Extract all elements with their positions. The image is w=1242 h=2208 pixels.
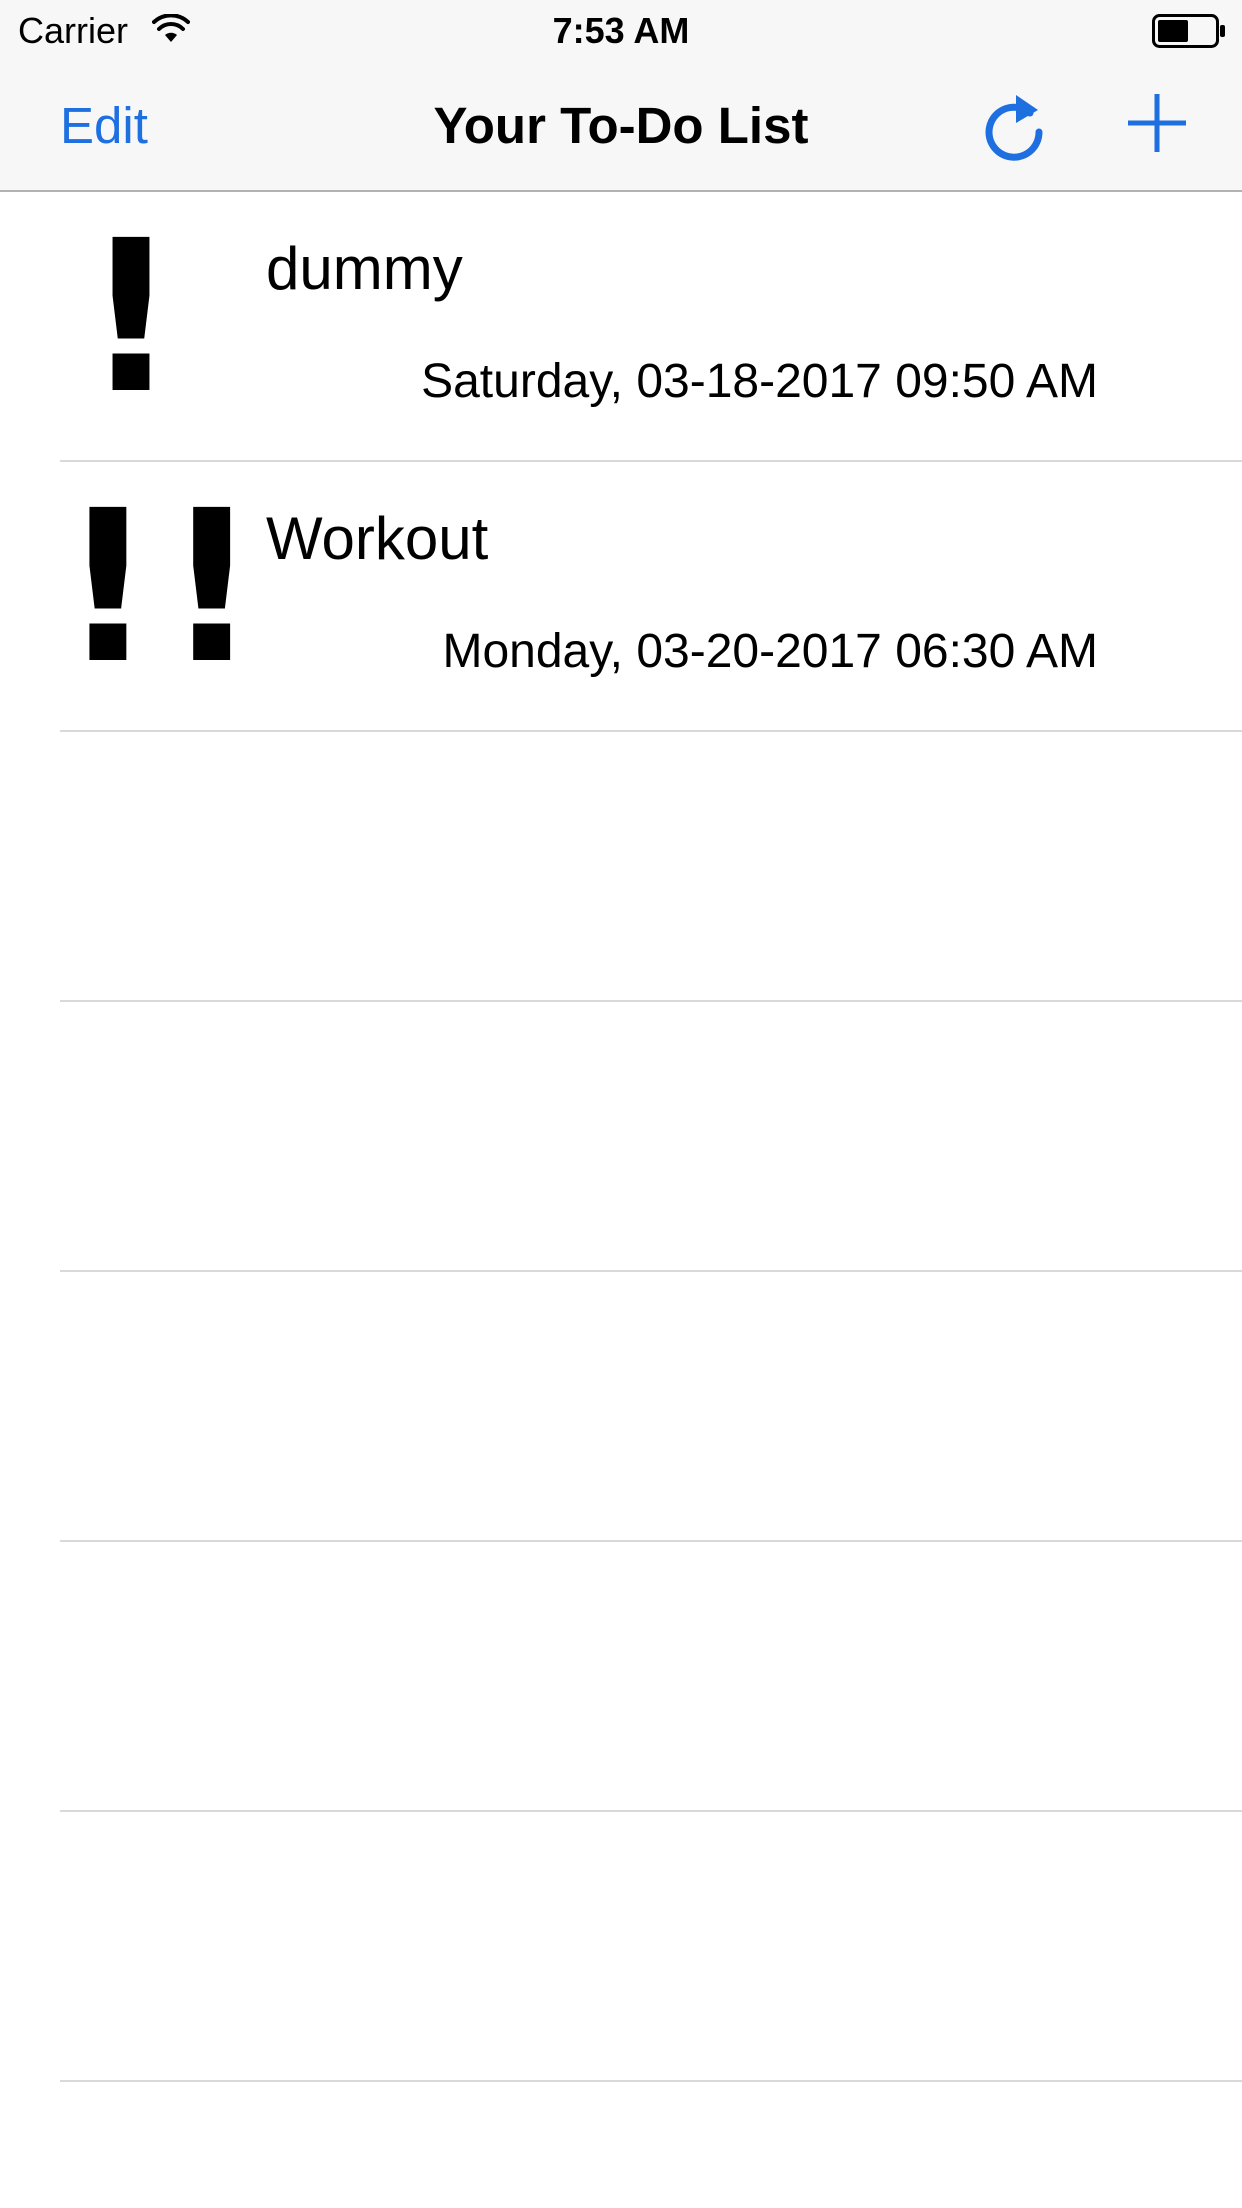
todo-title: Workout bbox=[266, 505, 489, 572]
todo-title: dummy bbox=[266, 235, 463, 302]
priority-indicator: !! bbox=[60, 465, 268, 710]
top-bar: Carrier 7:53 AM Edit Your To-Do List bbox=[0, 0, 1242, 192]
empty-row bbox=[60, 1002, 1242, 1272]
empty-row bbox=[60, 732, 1242, 1002]
status-time: 7:53 AM bbox=[552, 10, 690, 51]
empty-row bbox=[60, 1542, 1242, 1812]
navigation-bar: Edit Your To-Do List bbox=[0, 60, 1242, 190]
todo-row[interactable]: ! dummy Saturday, 03-18-2017 09:50 AM bbox=[60, 192, 1242, 462]
todo-date: Monday, 03-20-2017 06:30 AM bbox=[442, 625, 1098, 678]
empty-row bbox=[60, 1272, 1242, 1542]
todo-row[interactable]: !! Workout Monday, 03-20-2017 06:30 AM bbox=[60, 462, 1242, 732]
todo-list: ! dummy Saturday, 03-18-2017 09:50 AM !!… bbox=[0, 192, 1242, 2082]
todo-date: Saturday, 03-18-2017 09:50 AM bbox=[421, 355, 1098, 408]
plus-icon[interactable] bbox=[1124, 90, 1190, 156]
refresh-icon[interactable] bbox=[978, 86, 1050, 166]
empty-row bbox=[60, 1812, 1242, 2082]
battery-icon bbox=[1152, 14, 1225, 48]
edit-button[interactable]: Edit bbox=[60, 96, 148, 156]
priority-indicator: ! bbox=[83, 195, 187, 440]
page-title: Your To-Do List bbox=[433, 97, 809, 154]
status-bar: Carrier 7:53 AM bbox=[0, 0, 1242, 60]
